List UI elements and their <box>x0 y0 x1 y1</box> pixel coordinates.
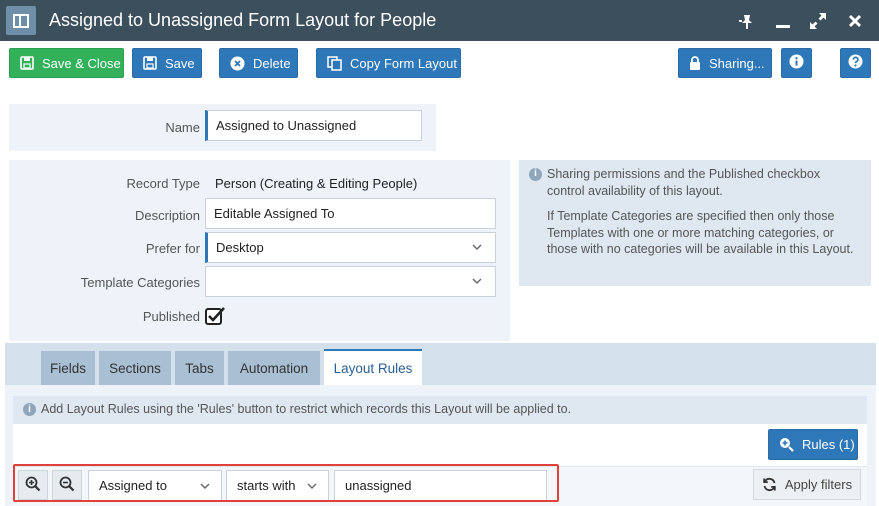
tab-layout-rules[interactable]: Layout Rules <box>324 349 422 385</box>
layout-rules-info-text: Add Layout Rules using the 'Rules' butto… <box>41 402 572 416</box>
tab-automation[interactable]: Automation <box>228 351 320 385</box>
chevron-down-icon <box>471 275 483 287</box>
published-checkbox[interactable] <box>205 306 225 326</box>
save-close-label: Save & Close <box>42 55 121 71</box>
floppy-disk-icon <box>20 55 34 71</box>
rules-button[interactable]: Rules (1) <box>768 429 858 460</box>
record-type-label: Record Type <box>126 176 200 191</box>
window-title: Assigned to Unassigned Form Layout for P… <box>49 10 437 30</box>
prefer-for-select[interactable]: Desktop <box>205 232 496 263</box>
lock-icon <box>689 55 701 71</box>
description-label: Description <box>134 208 200 223</box>
chevron-down-icon <box>471 241 483 253</box>
layout-panel-icon[interactable] <box>6 6 36 35</box>
prefer-for-label: Prefer for <box>145 241 200 256</box>
close-icon[interactable] <box>843 9 867 33</box>
info-circle-icon: i <box>23 403 36 416</box>
prefer-for-value: Desktop <box>216 240 264 255</box>
apply-filters-button[interactable]: Apply filters <box>753 469 861 500</box>
help-button[interactable] <box>840 48 871 78</box>
description-input[interactable]: Editable Assigned To <box>205 198 496 229</box>
tab-fields[interactable]: Fields <box>41 351 95 385</box>
times-circle-icon <box>230 55 245 71</box>
name-input[interactable]: Assigned to Unassigned <box>205 110 422 141</box>
tab-sections[interactable]: Sections <box>99 351 171 385</box>
info-circle-icon: i <box>529 168 542 181</box>
floppy-disk-icon <box>143 55 157 71</box>
info-paragraph-1: Sharing permissions and the Published ch… <box>547 167 821 198</box>
template-categories-select[interactable] <box>205 266 496 297</box>
save-button[interactable]: Save <box>132 48 202 78</box>
copy-form-layout-button[interactable]: Copy Form Layout <box>316 48 461 78</box>
apply-filters-label: Apply filters <box>784 477 853 492</box>
layout-rules-info: i Add Layout Rules using the 'Rules' but… <box>13 396 867 424</box>
name-label: Name <box>165 120 200 135</box>
window-titlebar: Assigned to Unassigned Form Layout for P… <box>0 0 879 41</box>
copy-label: Copy Form Layout <box>350 55 457 71</box>
info-button[interactable] <box>781 48 812 78</box>
save-label: Save <box>165 55 195 71</box>
template-categories-label: Template Categories <box>80 275 200 290</box>
sharing-info-box: i Sharing permissions and the Published … <box>519 160 871 286</box>
pin-icon[interactable] <box>735 9 759 33</box>
info-paragraph-2: If Template Categories are specified the… <box>547 209 854 256</box>
published-label: Published <box>142 309 200 324</box>
record-type-value: Person (Creating & Editing People) <box>215 176 418 191</box>
minimize-icon[interactable] <box>771 9 795 33</box>
rules-button-label: Rules (1) <box>802 437 855 452</box>
maximize-icon[interactable] <box>806 9 830 33</box>
zoom-in-icon <box>779 437 794 453</box>
refresh-icon <box>762 477 777 492</box>
filter-highlight-box <box>13 464 559 502</box>
delete-button[interactable]: Delete <box>219 48 298 78</box>
info-icon <box>789 54 804 72</box>
copy-icon <box>327 55 342 71</box>
sharing-label: Sharing... <box>709 55 765 71</box>
sharing-button[interactable]: Sharing... <box>678 48 772 78</box>
save-close-button[interactable]: Save & Close <box>9 48 124 78</box>
tab-tabs[interactable]: Tabs <box>175 351 224 385</box>
question-icon <box>848 54 863 72</box>
delete-label: Delete <box>253 55 291 71</box>
